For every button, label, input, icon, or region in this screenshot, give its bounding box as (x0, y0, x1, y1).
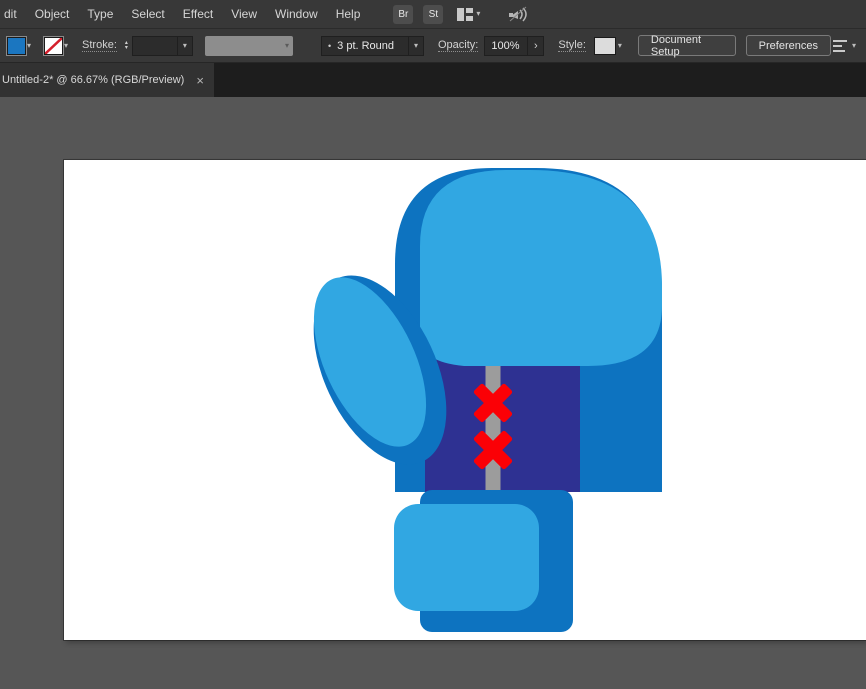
stroke-color-control[interactable]: ▾ (45, 38, 68, 54)
share-icon[interactable] (508, 6, 530, 22)
canvas-area[interactable] (0, 97, 866, 689)
control-bar: ▾ ▾ Stroke: ▴ ▾ ▾ ▾ • 3 pt. Round ▾ (0, 29, 866, 63)
glove-head-shape[interactable] (420, 170, 662, 366)
menu-object[interactable]: Object (26, 7, 79, 21)
chevron-down-icon[interactable]: ▾ (618, 42, 622, 50)
cuff-front-shape[interactable] (394, 504, 539, 611)
brush-name: 3 pt. Round (337, 40, 394, 52)
bridge-button[interactable]: Br (393, 5, 413, 24)
stroke-none-swatch[interactable] (45, 38, 62, 54)
boxing-glove-artwork[interactable] (64, 160, 866, 640)
fill-color-control[interactable]: ▾ (8, 38, 31, 54)
chevron-down-icon: ▾ (476, 10, 480, 18)
menu-edit[interactable]: dit (2, 7, 26, 21)
preferences-button[interactable]: Preferences (746, 35, 831, 56)
brush-definition-dropdown[interactable]: • 3 pt. Round ▾ (307, 36, 424, 56)
chevron-down-icon[interactable]: ▾ (64, 42, 68, 50)
menu-effect[interactable]: Effect (174, 7, 222, 21)
stock-button[interactable]: St (423, 5, 443, 24)
chevron-down-icon[interactable]: ▾ (183, 42, 187, 50)
opacity-value[interactable]: 100% (484, 36, 528, 56)
opacity-label[interactable]: Opacity: (438, 39, 478, 52)
artboard[interactable] (64, 160, 866, 640)
stroke-weight-dropdown[interactable]: ▾ (132, 36, 193, 56)
stroke-weight-stepper[interactable]: ▴ ▾ (125, 41, 128, 51)
menu-view[interactable]: View (222, 7, 266, 21)
document-tab[interactable]: Untitled-2* @ 66.67% (RGB/Preview) × (0, 63, 214, 97)
style-dropdown[interactable]: ▾ (586, 37, 622, 55)
chevron-down-icon: ▾ (852, 42, 856, 50)
fill-swatch[interactable] (8, 38, 25, 54)
chevron-down-icon[interactable]: ▾ (414, 42, 418, 50)
stepper-down-icon[interactable]: ▾ (125, 46, 128, 51)
chevron-down-icon: ▾ (285, 42, 289, 50)
style-swatch[interactable] (594, 37, 616, 55)
align-options[interactable]: ▾ (831, 39, 858, 53)
illustrator-window: dit Object Type Select Effect View Windo… (0, 0, 866, 689)
menu-select[interactable]: Select (122, 7, 173, 21)
menu-bar: dit Object Type Select Effect View Windo… (0, 0, 866, 29)
stroke-label[interactable]: Stroke: (82, 39, 117, 52)
document-tab-title: Untitled-2* @ 66.67% (RGB/Preview) (2, 74, 184, 86)
menu-window[interactable]: Window (266, 7, 327, 21)
arrange-documents-icon (457, 8, 473, 21)
variable-width-dropdown-disabled: ▾ (205, 36, 293, 56)
chevron-down-icon[interactable]: ▾ (27, 42, 31, 50)
lace-strip-shape[interactable] (486, 352, 501, 492)
document-tab-bar: Untitled-2* @ 66.67% (RGB/Preview) × (0, 63, 866, 97)
align-icon (831, 39, 849, 53)
style-label[interactable]: Style: (558, 39, 586, 52)
opacity-more-button[interactable]: › (528, 36, 544, 56)
menu-type[interactable]: Type (78, 7, 122, 21)
menu-help[interactable]: Help (327, 7, 370, 21)
tab-close-icon[interactable]: × (196, 73, 204, 88)
opacity-control[interactable]: 100% › (484, 36, 544, 56)
workspace-switcher[interactable]: ▾ (457, 8, 480, 21)
stroke-weight-value[interactable] (132, 36, 178, 56)
document-setup-button[interactable]: Document Setup (638, 35, 736, 56)
brush-dot-icon: • (328, 41, 331, 51)
